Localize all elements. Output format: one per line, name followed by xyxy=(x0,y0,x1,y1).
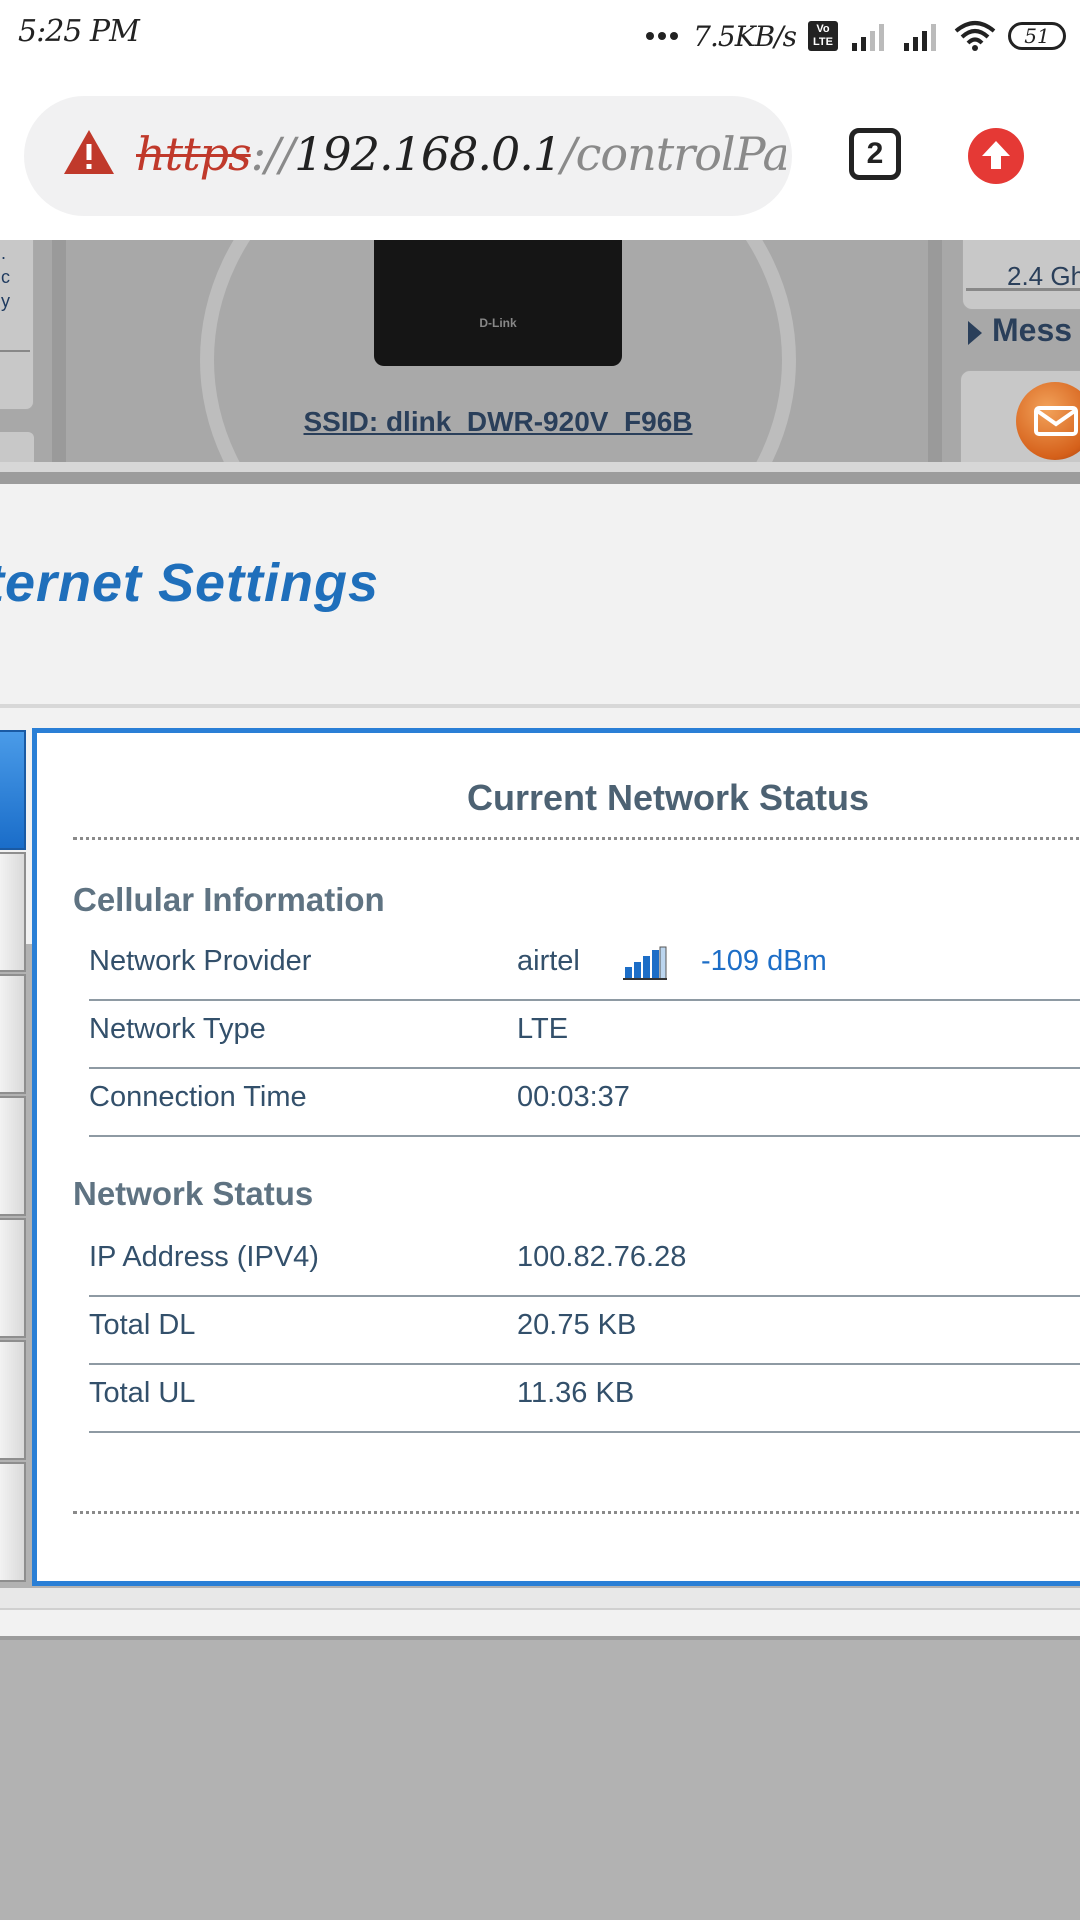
status-bar: 5:25 PM 7.5KB/s Vo LTE 51 xyxy=(0,0,1080,72)
footer-bar xyxy=(0,1608,1080,1640)
cellular-information-heading: Cellular Information xyxy=(73,881,385,918)
divider xyxy=(966,288,1080,291)
row-value: LTE xyxy=(517,1013,569,1045)
row-value: 11.36 KB xyxy=(517,1377,635,1409)
row-label: Total DL xyxy=(89,1309,196,1341)
row-label: Network Provider xyxy=(89,945,312,977)
signal-strength-value: -109 dBm xyxy=(701,945,827,977)
url-text[interactable]: https://192.168.0.1/controlPanel.h xyxy=(136,124,786,184)
row-value: 00:03:37 xyxy=(517,1081,630,1113)
connection-time-row: Connection Time 00:03:37 xyxy=(89,1069,1080,1137)
status-time: 5:25 PM xyxy=(18,14,140,49)
network-provider-row: Network Provider airtel -109 dBm xyxy=(89,933,1080,1001)
row-value: airtel xyxy=(517,945,580,977)
nav-tab[interactable] xyxy=(0,1462,26,1582)
signal-bars-icon xyxy=(623,946,667,980)
total-ul-row: Total UL 11.36 KB xyxy=(89,1365,1080,1433)
ssid-link[interactable]: SSID: dlink_DWR-920V_F96B xyxy=(0,406,996,438)
nav-tab[interactable] xyxy=(0,1340,26,1460)
nav-tab[interactable] xyxy=(0,1096,26,1216)
router-image: D-Link xyxy=(374,240,622,366)
divider xyxy=(0,350,30,352)
row-value: 20.75 KB xyxy=(517,1309,637,1341)
wifi-icon xyxy=(954,21,996,51)
left-panel-line-3: y xyxy=(1,291,10,311)
row-label: Total UL xyxy=(89,1377,196,1409)
router-banner: . c y D-Link SSID: dlink_DWR-920V_F96B 2… xyxy=(0,240,1080,462)
url-scheme: https xyxy=(136,127,252,181)
page-title: Internet Settings xyxy=(0,553,380,613)
network-status-heading: Network Status xyxy=(73,1175,314,1212)
messages-label: Mess xyxy=(992,312,1073,348)
banner-bottom-edge xyxy=(0,462,1080,472)
nav-tab-active[interactable] xyxy=(0,730,26,850)
browser-toolbar: https://192.168.0.1/controlPanel.h 2 xyxy=(0,72,1080,240)
arrow-up-icon xyxy=(982,141,1010,169)
warning-triangle-icon[interactable] xyxy=(62,128,116,176)
url-separator: :// xyxy=(250,127,295,181)
row-label: Network Type xyxy=(89,1013,266,1045)
dotted-divider-top xyxy=(73,837,1080,840)
messages-link[interactable]: Mess xyxy=(968,312,1072,349)
network-type-row: Network Type LTE xyxy=(89,1001,1080,1069)
web-page: . c y D-Link SSID: dlink_DWR-920V_F96B 2… xyxy=(0,240,1080,1920)
router-logo: D-Link xyxy=(479,316,517,330)
left-panel-line-2: c xyxy=(1,267,10,287)
network-speed: 7.5KB/s xyxy=(693,19,797,53)
chevron-right-icon xyxy=(968,320,982,345)
url-host: 192.168.0.1 xyxy=(294,127,562,181)
nav-tab[interactable] xyxy=(0,1218,26,1338)
left-info-panel: . c y xyxy=(0,240,34,410)
left-panel-line-1: . xyxy=(1,243,7,263)
status-icons: 7.5KB/s Vo LTE 51 xyxy=(645,14,1066,58)
mail-icon[interactable] xyxy=(1016,382,1080,460)
url-path: /controlPanel.h xyxy=(561,127,786,181)
cell-signal-2-icon xyxy=(904,24,936,51)
more-dots-icon xyxy=(646,32,679,40)
row-value: 100.82.76.28 xyxy=(517,1241,687,1273)
cell-signal-1-icon xyxy=(852,24,884,51)
network-status-card: Current Network Status Cellular Informat… xyxy=(32,728,1080,1586)
update-button[interactable] xyxy=(968,128,1024,184)
ip-address-row: IP Address (IPV4) 100.82.76.28 xyxy=(89,1229,1080,1297)
wifi-band-panel: 2.4 Gh xyxy=(962,240,1080,310)
nav-tab[interactable] xyxy=(0,974,26,1094)
footer-strip xyxy=(0,1588,1080,1608)
tab-switcher-button[interactable]: 2 xyxy=(849,128,901,180)
nav-tab[interactable] xyxy=(0,852,26,972)
battery-indicator: 51 xyxy=(1008,22,1066,50)
envelope-icon xyxy=(1034,406,1078,436)
dotted-divider-bottom xyxy=(73,1511,1080,1514)
total-dl-row: Total DL 20.75 KB xyxy=(89,1297,1080,1365)
card-title: Current Network Status xyxy=(466,777,870,818)
row-label: IP Address (IPV4) xyxy=(89,1241,319,1273)
title-separator xyxy=(0,704,1080,708)
volte-icon: Vo LTE xyxy=(808,21,838,51)
banner-divider-right xyxy=(928,240,942,462)
left-nav-tabs xyxy=(0,730,26,1586)
url-bar[interactable]: https://192.168.0.1/controlPanel.h xyxy=(24,96,792,216)
banner-bottom-shadow xyxy=(0,472,1080,484)
row-label: Connection Time xyxy=(89,1081,307,1113)
